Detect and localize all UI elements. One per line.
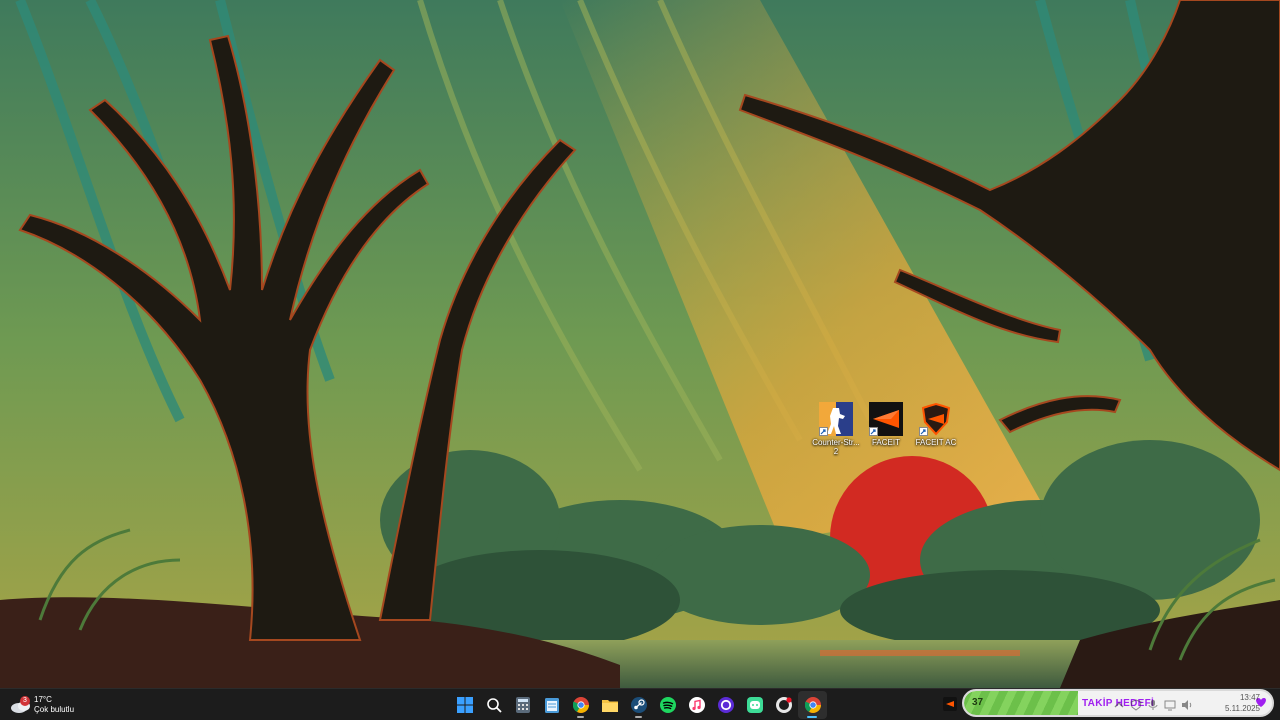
follow-goal-count: 37 (972, 697, 984, 708)
notepad-icon (544, 698, 559, 713)
desktop-icon-label: Counter-Str... 2 (812, 438, 860, 456)
notepad-button[interactable] (537, 691, 566, 719)
notification-badge: 3 (20, 696, 30, 706)
spotify-button[interactable] (653, 691, 682, 719)
wallpaper (0, 0, 1280, 688)
github-desktop-button[interactable] (769, 691, 798, 719)
faceit-ac-icon (919, 402, 953, 436)
search-button[interactable] (479, 691, 508, 719)
microphone-icon[interactable] (1146, 698, 1160, 712)
discord-icon (746, 697, 763, 713)
steam-icon (630, 697, 647, 713)
calculator-icon (515, 697, 530, 713)
running-indicator (635, 716, 642, 718)
folder-icon (601, 700, 618, 712)
counter-strike-icon (819, 402, 853, 436)
start-button[interactable] (450, 691, 479, 719)
itunes-button[interactable] (682, 691, 711, 719)
system-tray (1112, 694, 1194, 716)
clock-date: 5.11.2025 (1225, 704, 1260, 713)
desktop-icon-label: FACEIT (871, 438, 900, 447)
desktop-icon-label: FACEIT AC (915, 438, 957, 447)
chrome-icon (572, 697, 589, 713)
active-indicator (807, 716, 817, 718)
discord-button[interactable] (740, 691, 769, 719)
chrome-icon (804, 697, 821, 713)
speaker-icon[interactable] (1180, 698, 1194, 712)
weather-widget[interactable]: 3 17°C Çok bulutlu (10, 692, 74, 718)
spotify-icon (659, 697, 676, 713)
circle-app-icon (717, 697, 734, 713)
windows-logo-icon (456, 697, 473, 713)
chrome-button[interactable] (566, 691, 595, 719)
desktop-icon-faceit-ac[interactable]: FACEIT AC (911, 402, 961, 447)
chevron-up-icon[interactable] (1112, 698, 1126, 712)
weather-temperature: 17°C (34, 695, 52, 704)
clock[interactable]: 13:47 5.11.2025 (1208, 692, 1260, 714)
circle-app-button[interactable] (711, 691, 740, 719)
weather-condition: Çok bulutlu (34, 705, 75, 714)
desktop-icon-counter-strike-2[interactable]: Counter-Str... 2 (811, 402, 861, 456)
github-icon (775, 697, 792, 713)
tray-app-icon[interactable] (943, 697, 957, 711)
music-icon (688, 697, 705, 713)
steam-button[interactable] (624, 691, 653, 719)
taskbar-apps (450, 691, 827, 719)
security-icon[interactable] (1129, 698, 1143, 712)
desktop-icon-faceit[interactable]: FACEIT (861, 402, 911, 447)
running-indicator (577, 716, 584, 718)
file-explorer-button[interactable] (595, 691, 624, 719)
search-icon (486, 698, 502, 713)
faceit-icon (869, 402, 903, 436)
network-icon[interactable] (1163, 698, 1177, 712)
chrome-active-button[interactable] (798, 691, 827, 719)
desktop[interactable]: Counter-Str... 2 FACEIT FACEIT AC (0, 0, 1280, 688)
cloud-icon: 3 (10, 696, 32, 714)
calculator-button[interactable] (508, 691, 537, 719)
clock-time: 13:47 (1239, 693, 1260, 702)
